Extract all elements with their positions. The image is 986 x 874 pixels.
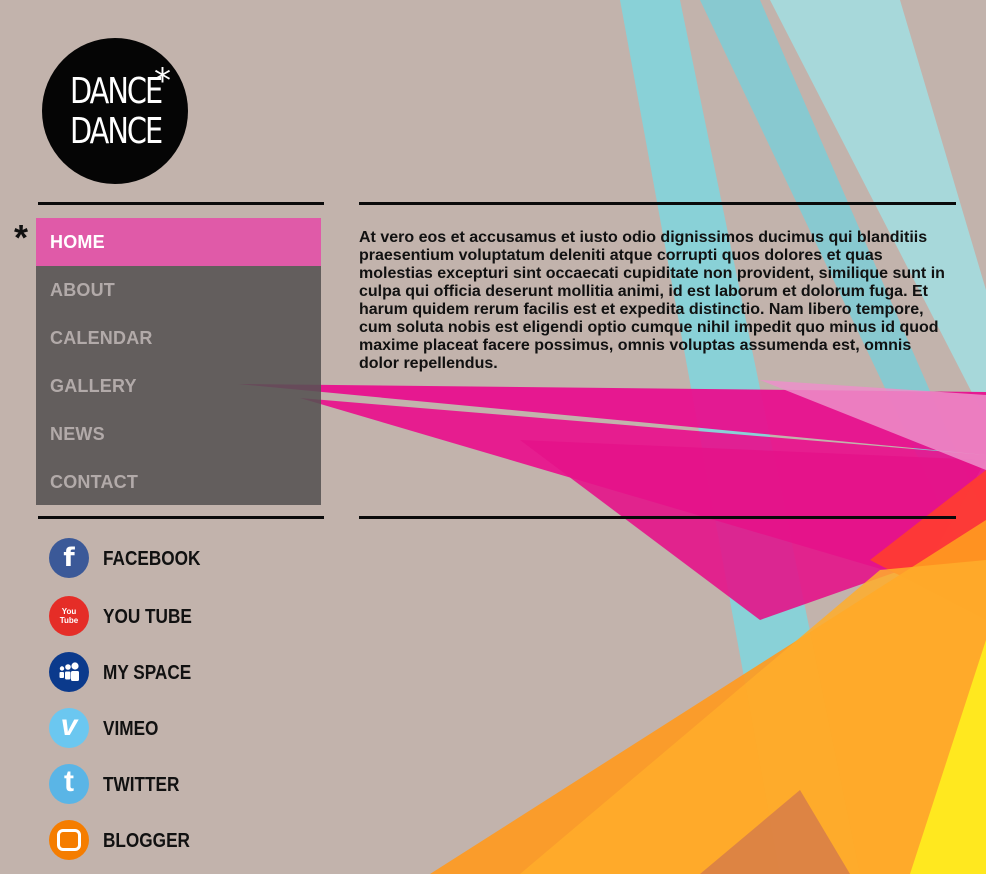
- logo-text-line1: DANCE: [70, 71, 163, 112]
- nav-item-calendar[interactable]: CALENDAR: [36, 314, 321, 362]
- nav-item-news[interactable]: NEWS: [36, 410, 321, 458]
- blogger-glyph: B: [57, 829, 81, 851]
- youtube-glyph: You Tube: [59, 607, 79, 625]
- active-nav-marker: *: [14, 217, 29, 258]
- main-content-text: At vero eos et accusamus et iusto odio d…: [359, 229, 945, 372]
- nav-item-about[interactable]: ABOUT: [36, 266, 321, 314]
- nav-top-rule: [38, 202, 324, 205]
- nav-item-gallery[interactable]: GALLERY: [36, 362, 321, 410]
- nav-item-home[interactable]: HOME: [36, 218, 321, 266]
- twitter-glyph: t: [64, 765, 74, 798]
- nav-item-contact[interactable]: CONTACT: [36, 458, 321, 506]
- social-label-vimeo: VIMEO: [103, 718, 159, 740]
- myspace-icon: [49, 652, 89, 692]
- logo-asterisk: *: [154, 61, 171, 101]
- youtube-icon: You Tube: [49, 596, 89, 636]
- social-label-blogger: BLOGGER: [103, 830, 190, 852]
- myspace-people-icon: [59, 662, 79, 681]
- facebook-glyph: f: [63, 543, 75, 573]
- main-navigation: HOME ABOUT CALENDAR GALLERY NEWS CONTACT: [36, 218, 321, 505]
- twitter-icon: t: [49, 764, 89, 804]
- blogger-icon: B: [49, 820, 89, 860]
- nav-bottom-rule: [38, 516, 324, 519]
- social-label-facebook: FACEBOOK: [103, 548, 201, 570]
- social-label-youtube: YOU TUBE: [103, 606, 192, 628]
- facebook-icon: f: [49, 538, 89, 578]
- social-label-twitter: TWITTER: [103, 774, 180, 796]
- content-bottom-rule: [359, 516, 956, 519]
- vimeo-glyph: v: [60, 709, 78, 742]
- dance-dance-logo[interactable]: DANCE * DANCE: [42, 38, 188, 184]
- logo-text-line2: DANCE: [70, 111, 163, 152]
- content-top-rule: [359, 202, 956, 205]
- vimeo-icon: v: [49, 708, 89, 748]
- social-label-myspace: MY SPACE: [103, 662, 192, 684]
